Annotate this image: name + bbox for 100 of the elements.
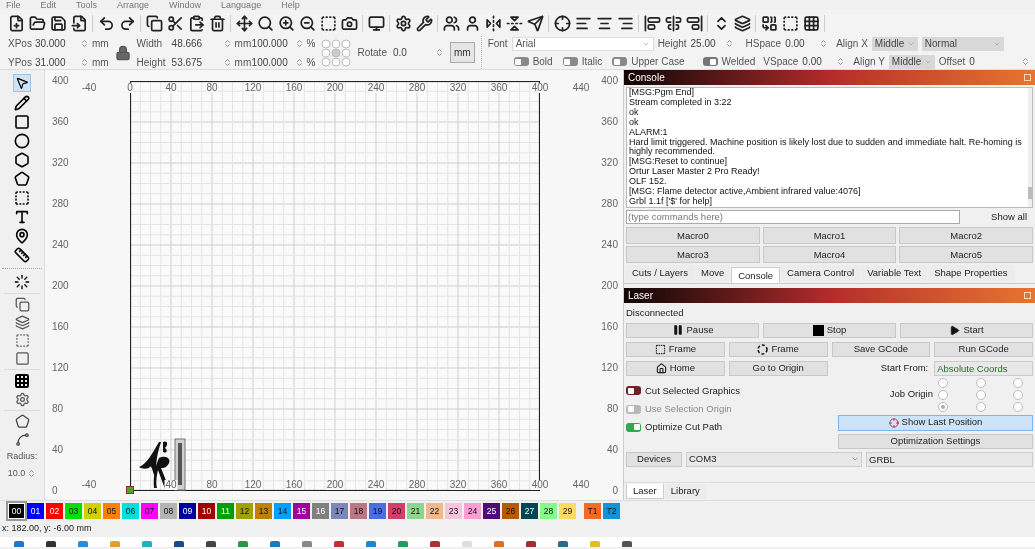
panel-tab[interactable]: Laser [626,484,664,499]
layers-icon[interactable] [734,14,751,32]
taskbar-icon[interactable] [270,541,280,547]
run-button[interactable]: Stop [763,322,896,338]
panel-tab[interactable]: Shape Properties [928,265,1014,282]
macro-button[interactable]: Macro2 [899,227,1033,245]
menu-item[interactable]: Help [281,0,300,10]
macro-button[interactable]: Macro1 [762,227,897,245]
taskbar-icon[interactable] [622,541,632,547]
frame-button[interactable]: Frame [728,341,828,357]
crosshair-icon[interactable] [554,14,571,32]
origin-radio[interactable] [938,377,948,388]
folder-icon[interactable] [29,14,46,32]
zoom-out-icon[interactable] [299,14,316,32]
menu-item[interactable]: Tools [76,0,98,10]
go-to-origin-button[interactable]: Go to Origin [728,360,828,376]
align-bottom-icon[interactable] [686,14,703,32]
align-middle-icon[interactable] [665,14,682,32]
layer-swatch[interactable]: 06 [122,503,139,519]
layer-swatch[interactable]: 26 [502,503,519,519]
toggle-switch[interactable] [513,57,529,66]
menu-item[interactable]: Window [169,0,202,10]
fillet-icon[interactable] [14,432,30,447]
layer-swatch[interactable]: 29 [559,503,576,519]
show-last-position-button[interactable]: Show Last Position [838,414,1033,431]
toggle-switch[interactable] [626,422,641,432]
layer-swatch[interactable]: 20 [388,503,405,519]
toggle-switch[interactable] [612,57,628,66]
subtract-icon[interactable] [14,333,30,348]
layer-swatch[interactable]: 22 [426,503,443,519]
origin-radio[interactable] [1013,377,1024,388]
polygon-icon[interactable] [14,171,30,187]
home-button[interactable]: Home [626,360,725,376]
paste-icon[interactable] [188,14,205,32]
wrench-icon[interactable] [416,14,433,32]
spinner-icon[interactable] [434,48,444,57]
layer-swatch[interactable]: 01 [27,503,44,519]
move-icon[interactable] [236,14,253,32]
number-field[interactable]: 0.00 [802,54,833,69]
spinner-icon[interactable] [724,39,734,48]
scissors-icon[interactable] [167,14,184,32]
array-icon[interactable] [14,373,30,389]
macro-button[interactable]: Macro0 [626,227,760,245]
panel-tab[interactable]: Cuts / Layers [626,265,694,282]
spinner-icon[interactable] [1021,57,1031,66]
number-field[interactable]: 31.000 [34,54,77,70]
camera-icon[interactable] [341,14,358,32]
spinner-icon[interactable] [79,57,89,67]
number-field[interactable]: 0 [969,54,1018,69]
pin-icon[interactable] [14,228,30,244]
panel-tab[interactable]: Camera Control [781,265,861,282]
layer-swatch[interactable]: T1 [584,503,601,519]
frame-button[interactable]: Save GCode [831,341,931,357]
number-field[interactable]: 53.675 [171,54,220,70]
layer-swatch[interactable]: 16 [312,503,329,519]
layer-swatch[interactable]: 12 [236,503,253,519]
taskbar-icon[interactable] [526,541,536,547]
layer-swatch[interactable]: 09 [179,503,196,519]
layer-swatch[interactable]: 28 [540,503,557,519]
layer-swatch[interactable]: 18 [350,503,367,519]
start-from-dropdown[interactable]: Absolute Coords [934,360,1033,376]
number-field[interactable]: 100.000 [251,54,292,70]
send-icon[interactable] [527,14,544,32]
hexagon-icon[interactable] [14,152,30,168]
macro-button[interactable]: Macro5 [899,246,1033,264]
pencil-icon[interactable] [14,95,30,111]
taskbar-icon[interactable] [430,541,440,547]
command-input[interactable]: (type commands here) [626,210,960,225]
layer-swatch[interactable]: 24 [464,503,481,519]
taskbar-icon[interactable] [206,541,216,547]
layer-swatch[interactable]: 05 [103,503,120,519]
panel-tab[interactable]: Move [694,265,731,282]
origin-radio[interactable] [975,389,986,400]
save-icon[interactable] [50,14,67,32]
menu-item[interactable]: Language [221,0,262,10]
toggle-switch[interactable] [626,386,641,396]
box-select-icon[interactable] [782,14,799,32]
scrollbar[interactable] [1028,88,1032,207]
port-dropdown[interactable]: COM3 [686,451,862,467]
ruler-icon[interactable] [14,247,30,263]
layer-swatch[interactable]: 10 [198,503,215,519]
layer-swatch[interactable]: 21 [407,503,424,519]
number-field[interactable]: 30.000 [34,35,77,51]
dropdown[interactable]: Middle [888,54,935,69]
layer-swatch[interactable]: 07 [141,503,158,519]
copy-icon[interactable] [146,14,163,32]
taskbar-icon[interactable] [46,541,56,547]
grid-icon[interactable] [803,14,820,32]
taskbar-icon[interactable] [558,541,568,547]
panel-tab[interactable]: Console [731,267,781,284]
spinner-icon[interactable] [222,38,232,48]
menu-item[interactable]: Arrange [117,0,150,10]
flip-horizontal-icon[interactable] [485,14,502,32]
undo-icon[interactable] [98,14,115,32]
select-tool[interactable] [13,74,31,92]
spinner-icon[interactable] [294,57,304,67]
frame-button[interactable]: Run GCode [934,341,1033,357]
layer-swatch[interactable]: 03 [65,503,82,519]
menu-item[interactable]: File [6,0,21,10]
text-tool-icon[interactable] [14,209,30,225]
